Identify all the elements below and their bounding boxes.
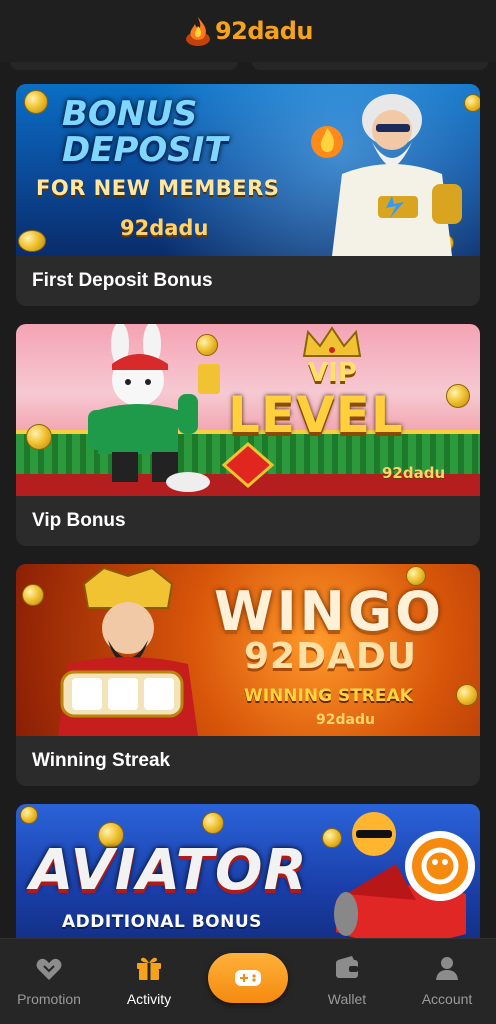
gamepad-icon: [235, 970, 261, 986]
coin-icon: [446, 384, 470, 408]
promo-card-vip[interactable]: VIP LEVEL 92dadu Vip Bonus: [16, 324, 480, 546]
nav-wallet[interactable]: Wallet: [302, 953, 392, 1007]
promo-card-winning-streak[interactable]: WINGO 92DADU WINNING STREAK 92dadu Winni…: [16, 564, 480, 786]
header-tab-left[interactable]: [10, 62, 238, 70]
fortune-god-character-icon: [58, 566, 198, 736]
nav-label: Promotion: [17, 991, 81, 1007]
nav-account[interactable]: Account: [402, 953, 492, 1007]
bottom-nav: Promotion Activity Wallet Account: [0, 938, 496, 1024]
wallet-icon: [336, 956, 358, 978]
promo-banner-bonus-deposit[interactable]: BONUS DEPOSIT FOR NEW MEMBERS 92dadu: [16, 84, 480, 256]
coin-icon: [20, 806, 38, 824]
banner-title: WINGO: [214, 580, 445, 643]
app-header: 92dadu: [0, 0, 496, 62]
nav-label: Activity: [126, 991, 172, 1007]
support-chat-icon[interactable]: [404, 830, 476, 902]
promo-card-title: First Deposit Bonus: [32, 270, 213, 291]
coin-icon: [24, 90, 48, 114]
banner-title: BONUS DEPOSIT: [62, 94, 228, 170]
header-tab-strip: [0, 62, 496, 70]
present-icon: [137, 957, 161, 980]
banner-brand: 92dadu: [382, 464, 446, 482]
rabbit-character-icon: [88, 324, 220, 492]
promo-banner-wingo[interactable]: WINGO 92DADU WINNING STREAK 92dadu: [16, 564, 480, 736]
brand-logo[interactable]: 92dadu: [183, 14, 314, 48]
banner-title: LEVEL: [228, 386, 404, 444]
zeus-character-icon: [311, 94, 462, 256]
banner-subtitle: FOR NEW MEMBERS: [36, 176, 280, 200]
user-icon: [436, 957, 458, 980]
promo-banner-aviator[interactable]: AVIATOR ADDITIONAL BONUS: [16, 804, 480, 938]
crown-icon: [302, 326, 362, 357]
banner-title-small: VIP: [308, 358, 357, 388]
promo-card-first-deposit[interactable]: BONUS DEPOSIT FOR NEW MEMBERS 92dadu Firs…: [16, 84, 480, 306]
brand-name: 92dadu: [214, 17, 314, 45]
nav-promotion[interactable]: Promotion: [4, 953, 94, 1007]
nav-games-button[interactable]: [208, 953, 288, 1003]
promo-card-aviator[interactable]: AVIATOR ADDITIONAL BONUS: [16, 804, 480, 938]
promotions-list[interactable]: BONUS DEPOSIT FOR NEW MEMBERS 92dadu Firs…: [0, 70, 496, 938]
banner-tagline: WINNING STREAK: [244, 686, 413, 706]
banner-subtitle: 92DADU: [244, 636, 417, 677]
nav-label: Wallet: [327, 991, 367, 1007]
lucky-sign-icon: [222, 442, 274, 488]
nav-activity[interactable]: Activity: [104, 953, 194, 1007]
coin-icon: [202, 812, 224, 834]
promo-card-title: Vip Bonus: [32, 510, 126, 531]
header-tab-right[interactable]: [252, 62, 488, 70]
banner-title: AVIATOR: [30, 838, 308, 903]
nav-label: Account: [421, 991, 473, 1007]
banner-brand: 92dadu: [316, 712, 375, 728]
coin-icon: [456, 684, 478, 706]
flame-logo-icon: [185, 17, 210, 46]
gift-box-icon: [36, 958, 62, 980]
promo-card-title: Winning Streak: [32, 750, 171, 771]
promo-banner-vip-level[interactable]: VIP LEVEL 92dadu: [16, 324, 480, 496]
banner-brand: 92dadu: [120, 216, 209, 240]
banner-subtitle: ADDITIONAL BONUS: [62, 912, 262, 932]
coin-icon: [18, 230, 46, 252]
